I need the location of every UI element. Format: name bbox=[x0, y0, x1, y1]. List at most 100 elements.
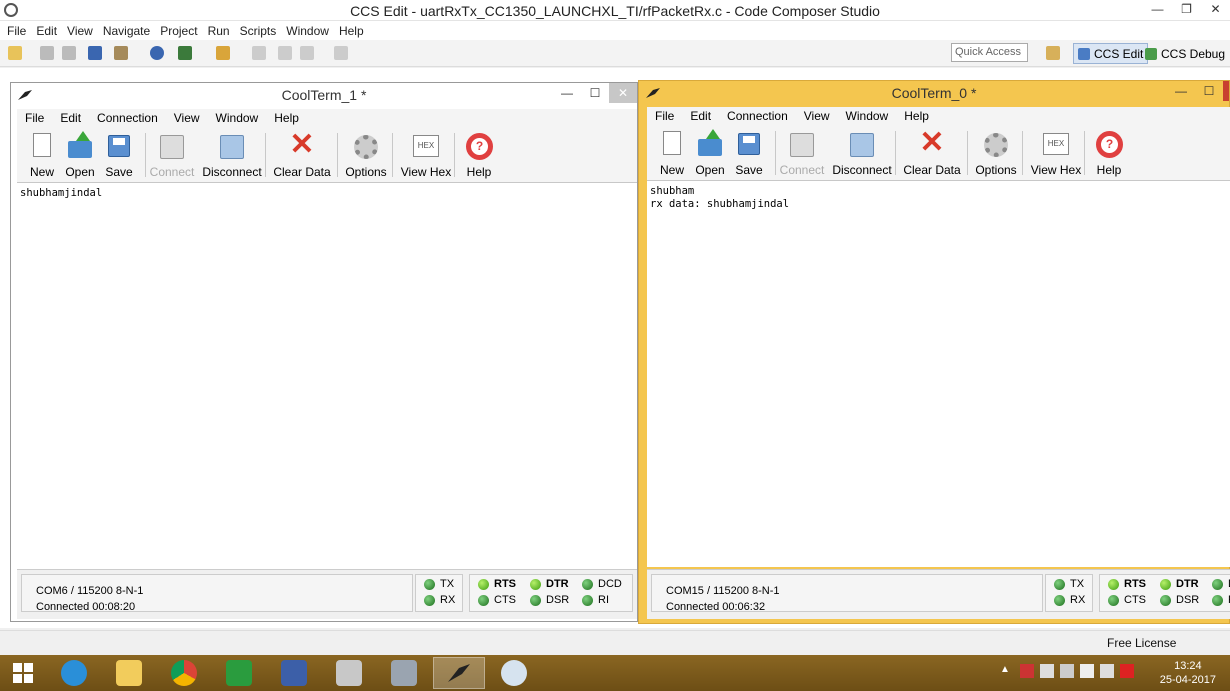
help-icon: ? bbox=[466, 133, 493, 160]
build-icon[interactable] bbox=[114, 46, 128, 60]
ct1-txrx-box: TX RX bbox=[415, 574, 463, 612]
taskbar-coolterm[interactable] bbox=[433, 657, 485, 689]
clock-time: 13:24 bbox=[1174, 660, 1202, 672]
back-icon[interactable] bbox=[300, 46, 314, 60]
ccs-window-title: CCS Edit - uartRxTx_CC1350_LAUNCHXL_TI/r… bbox=[350, 3, 880, 19]
close-icon[interactable]: ✕ bbox=[1201, 0, 1230, 18]
ct1-help-button[interactable]: ? Help bbox=[456, 129, 502, 181]
save-all-icon[interactable] bbox=[62, 46, 76, 60]
tray-device-icon[interactable] bbox=[1040, 664, 1054, 678]
ct0-led-rx: RX bbox=[1054, 594, 1085, 606]
ct1-disconnect-button[interactable]: Disconnect bbox=[202, 129, 262, 181]
system-tray: ▲ bbox=[1000, 664, 1134, 678]
ct1-menu-edit[interactable]: Edit bbox=[52, 111, 89, 125]
ct1-port-label: COM6 / 115200 8-N-1 bbox=[36, 585, 144, 597]
ct1-save-button[interactable]: Save bbox=[96, 129, 142, 181]
ct0-disconnect-label: Disconnect bbox=[832, 163, 892, 177]
ct0-menu-help[interactable]: Help bbox=[896, 109, 937, 123]
quick-access-input[interactable]: Quick Access bbox=[951, 43, 1028, 62]
start-button[interactable] bbox=[0, 657, 46, 689]
ct0-view-hex-button[interactable]: HEX View Hex bbox=[1031, 127, 1081, 179]
coolterm-icon bbox=[645, 86, 661, 100]
close-icon[interactable] bbox=[1223, 81, 1229, 101]
tray-flag-icon[interactable] bbox=[1020, 664, 1034, 678]
installer-icon bbox=[391, 660, 417, 686]
ccs-menu-project[interactable]: Project bbox=[155, 24, 202, 38]
minimize-icon[interactable]: — bbox=[553, 83, 581, 103]
taskbar-installer[interactable] bbox=[378, 657, 430, 689]
package-icon bbox=[336, 660, 362, 686]
ct0-terminal[interactable]: shubham rx data: shubhamjindal bbox=[647, 181, 1230, 567]
ct1-menu-view[interactable]: View bbox=[166, 111, 208, 125]
ct1-menu-connection[interactable]: Connection bbox=[89, 111, 166, 125]
ct1-menu-help[interactable]: Help bbox=[266, 111, 307, 125]
start-icon bbox=[13, 663, 33, 683]
ct0-disconnect-button[interactable]: Disconnect bbox=[832, 127, 892, 179]
coolterm-icon bbox=[446, 660, 472, 686]
tray-network-icon[interactable] bbox=[1080, 664, 1094, 678]
ct1-view-hex-button[interactable]: HEX View Hex bbox=[401, 129, 451, 181]
save-icon[interactable] bbox=[40, 46, 54, 60]
ccs-menu-run[interactable]: Run bbox=[203, 24, 235, 38]
save-disk-icon bbox=[108, 135, 130, 157]
tray-battery-icon[interactable] bbox=[1060, 664, 1074, 678]
ct0-save-button[interactable]: Save bbox=[726, 127, 772, 179]
ct0-led-tx: TX bbox=[1054, 578, 1084, 590]
ct0-menu-window[interactable]: Window bbox=[838, 109, 897, 123]
ct0-help-button[interactable]: ? Help bbox=[1086, 127, 1132, 179]
history-icon[interactable] bbox=[278, 46, 292, 60]
open-perspective-icon[interactable] bbox=[1046, 46, 1060, 60]
ccs-menu-view[interactable]: View bbox=[62, 24, 98, 38]
perspective-ccs-debug[interactable]: CCS Debug bbox=[1141, 43, 1229, 64]
ccs-menu-file[interactable]: File bbox=[2, 24, 31, 38]
maximize-icon[interactable]: ☐ bbox=[1195, 81, 1223, 101]
ct0-menu-edit[interactable]: Edit bbox=[682, 109, 719, 123]
ct1-clear-data-button[interactable]: ✕ Clear Data bbox=[273, 129, 330, 181]
ct1-menu-file[interactable]: File bbox=[17, 111, 52, 125]
new-file-icon[interactable] bbox=[8, 46, 22, 60]
ct1-options-button[interactable]: Options bbox=[343, 129, 389, 181]
ct0-options-button[interactable]: Options bbox=[973, 127, 1019, 179]
ccs-menu-window[interactable]: Window bbox=[281, 24, 334, 38]
ct1-clear-label: Clear Data bbox=[273, 165, 331, 179]
ct0-menu-connection[interactable]: Connection bbox=[719, 109, 796, 123]
taskbar-package[interactable] bbox=[323, 657, 375, 689]
minimize-icon[interactable]: — bbox=[1167, 81, 1195, 101]
ct1-terminal[interactable]: shubhamjindal bbox=[17, 183, 637, 565]
open-folder-icon bbox=[68, 141, 92, 158]
forward-icon[interactable] bbox=[334, 46, 348, 60]
ccs-menu-help[interactable]: Help bbox=[334, 24, 369, 38]
perspective-ccs-edit[interactable]: CCS Edit bbox=[1073, 43, 1149, 64]
search-icon[interactable] bbox=[150, 46, 164, 60]
hex-icon: HEX bbox=[413, 135, 439, 157]
maximize-icon[interactable]: ☐ bbox=[581, 83, 609, 103]
ccs-menu-edit[interactable]: Edit bbox=[31, 24, 62, 38]
ct0-menu-view[interactable]: View bbox=[796, 109, 838, 123]
ct0-clear-data-button[interactable]: ✕ Clear Data bbox=[903, 127, 960, 179]
ct1-help-label: Help bbox=[466, 165, 492, 179]
taskbar-ie[interactable] bbox=[48, 657, 100, 689]
taskbar-network[interactable] bbox=[268, 657, 320, 689]
ct1-connect-button[interactable]: Connect bbox=[149, 129, 195, 181]
ccs-menu-scripts[interactable]: Scripts bbox=[235, 24, 282, 38]
options-gear-icon bbox=[984, 133, 1008, 157]
taskbar-clock[interactable]: 13:24 25-04-2017 bbox=[1160, 659, 1216, 687]
terminal-icon[interactable] bbox=[88, 46, 102, 60]
debug-icon[interactable] bbox=[178, 46, 192, 60]
flash-icon[interactable] bbox=[216, 46, 230, 60]
taskbar-chrome[interactable] bbox=[158, 657, 210, 689]
taskbar-paint[interactable] bbox=[488, 657, 540, 689]
ct0-menu-file[interactable]: File bbox=[647, 109, 682, 123]
ct0-connect-button[interactable]: Connect bbox=[779, 127, 825, 179]
close-icon[interactable]: ✕ bbox=[609, 83, 637, 103]
taskbar-store[interactable] bbox=[213, 657, 265, 689]
tray-expand-icon[interactable]: ▲ bbox=[1000, 664, 1014, 678]
ccs-menu-navigate[interactable]: Navigate bbox=[98, 24, 155, 38]
view-icon[interactable] bbox=[252, 46, 266, 60]
tray-volume-icon[interactable] bbox=[1100, 664, 1114, 678]
minimize-icon[interactable]: — bbox=[1143, 0, 1172, 18]
restore-icon[interactable]: ❐ bbox=[1172, 0, 1201, 18]
tray-antivirus-icon[interactable] bbox=[1120, 664, 1134, 678]
taskbar-explorer[interactable] bbox=[103, 657, 155, 689]
ct1-menu-window[interactable]: Window bbox=[208, 111, 267, 125]
